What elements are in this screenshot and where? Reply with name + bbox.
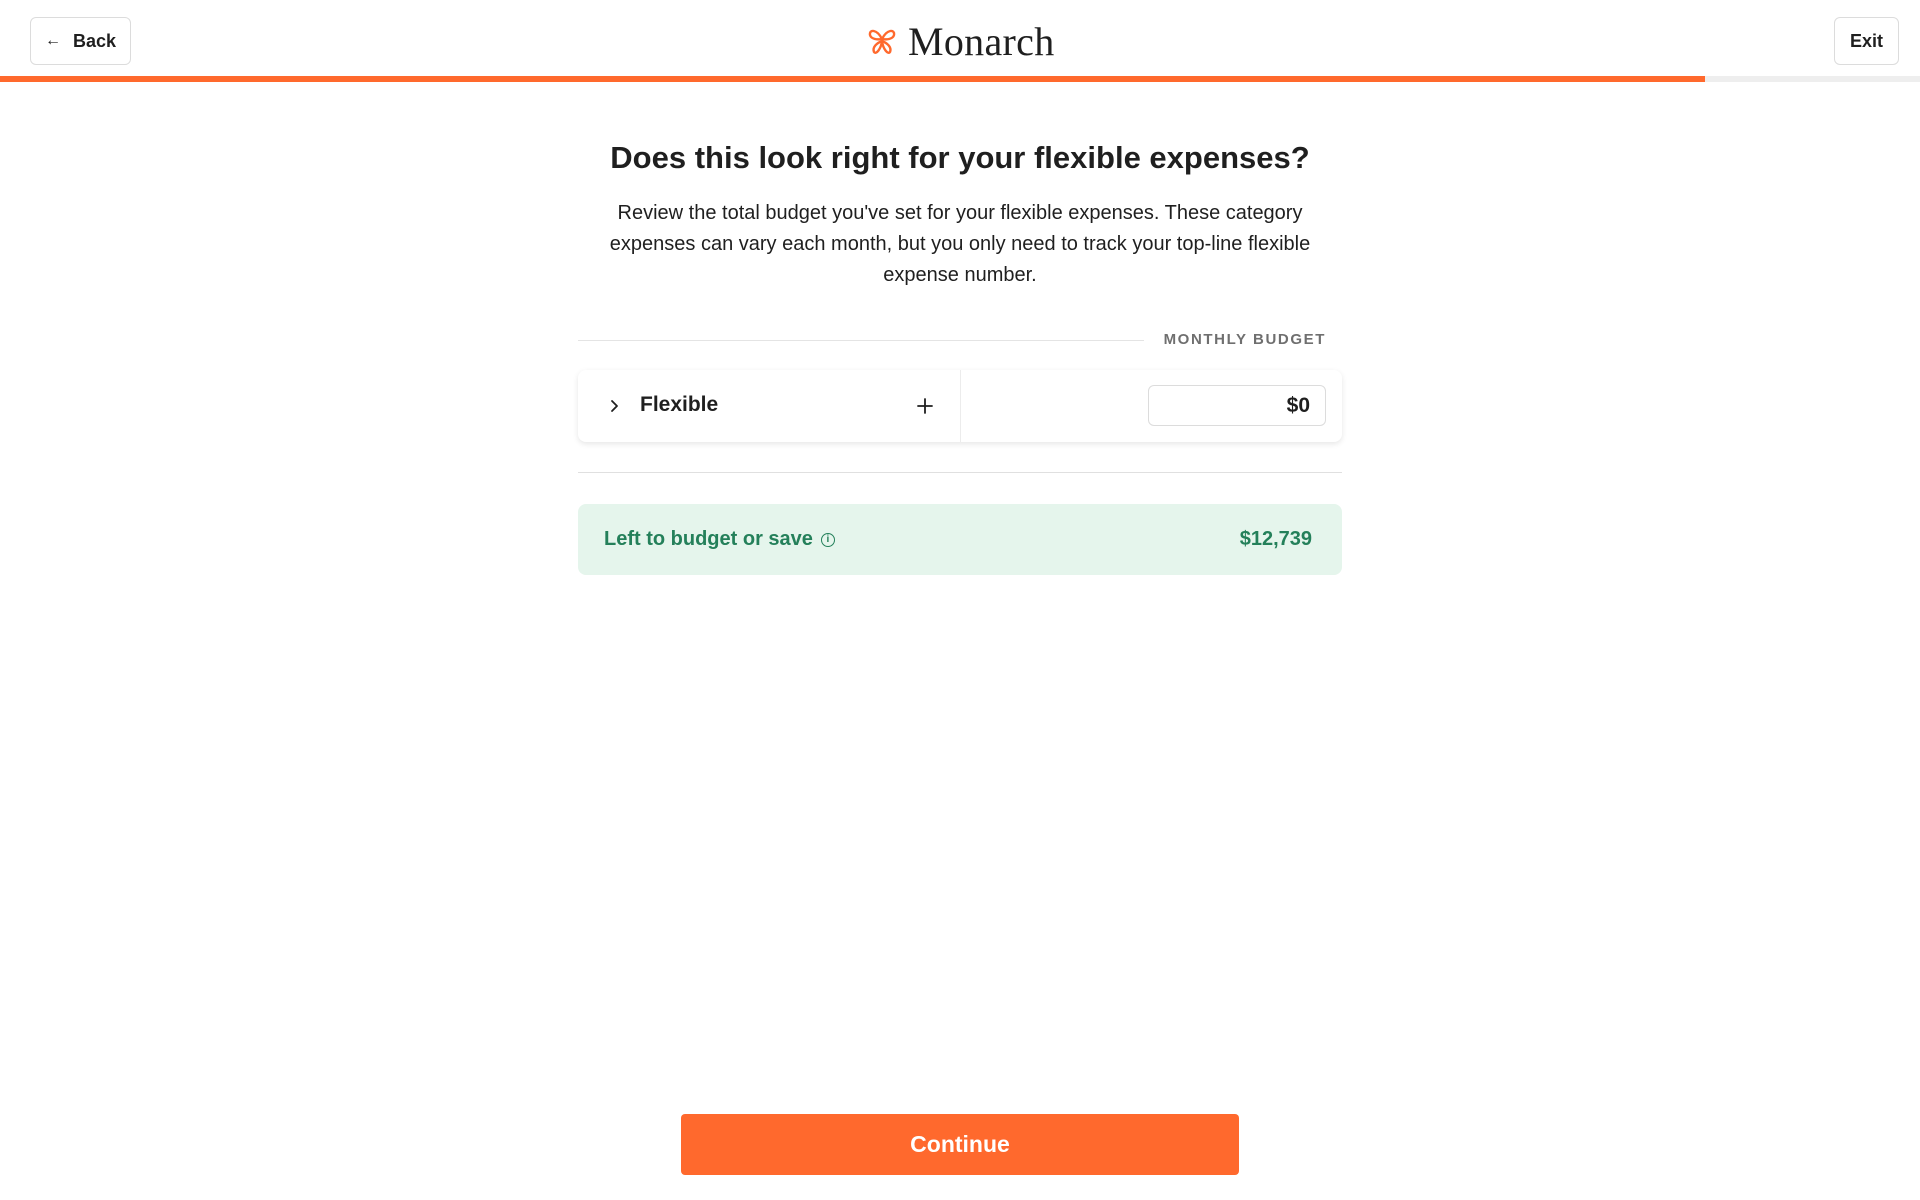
exit-button[interactable]: Exit [1834, 17, 1899, 65]
chevron-right-icon[interactable] [600, 392, 628, 420]
plus-icon[interactable] [910, 391, 940, 421]
flexible-group-header[interactable]: Flexible [578, 370, 961, 442]
divider [578, 472, 1342, 473]
monthly-budget-column-header: MONTHLY BUDGET [1163, 331, 1326, 348]
info-icon[interactable]: i [820, 532, 835, 547]
left-to-budget-value: $12,739 [1239, 528, 1312, 550]
left-to-budget-label-wrap: Left to budget or save i [604, 528, 835, 551]
left-to-budget-summary: Left to budget or save i $12,739 [578, 504, 1342, 575]
divider [578, 340, 1144, 341]
flexible-group-row: Flexible [578, 370, 1342, 442]
left-to-budget-label: Left to budget or save [604, 528, 813, 550]
page-subtitle: Review the total budget you've set for y… [609, 202, 1311, 286]
back-button[interactable]: ← Back [30, 17, 131, 65]
top-bar: ← Back Monarch Exit [0, 0, 1920, 82]
flexible-budget-amount-input[interactable] [1148, 385, 1326, 426]
page-title: Does this look right for your flexible e… [610, 140, 1310, 175]
butterfly-icon [868, 29, 896, 54]
logo-text: Monarch [908, 18, 1055, 64]
logo: Monarch [866, 18, 1055, 64]
progress-bar [0, 76, 1920, 82]
continue-button[interactable]: Continue [681, 1114, 1239, 1175]
back-button-label: Back [72, 30, 117, 51]
flexible-group-label: Flexible [640, 393, 719, 416]
arrow-left-icon: ← [44, 32, 61, 49]
progress-bar-fill [0, 76, 1705, 82]
